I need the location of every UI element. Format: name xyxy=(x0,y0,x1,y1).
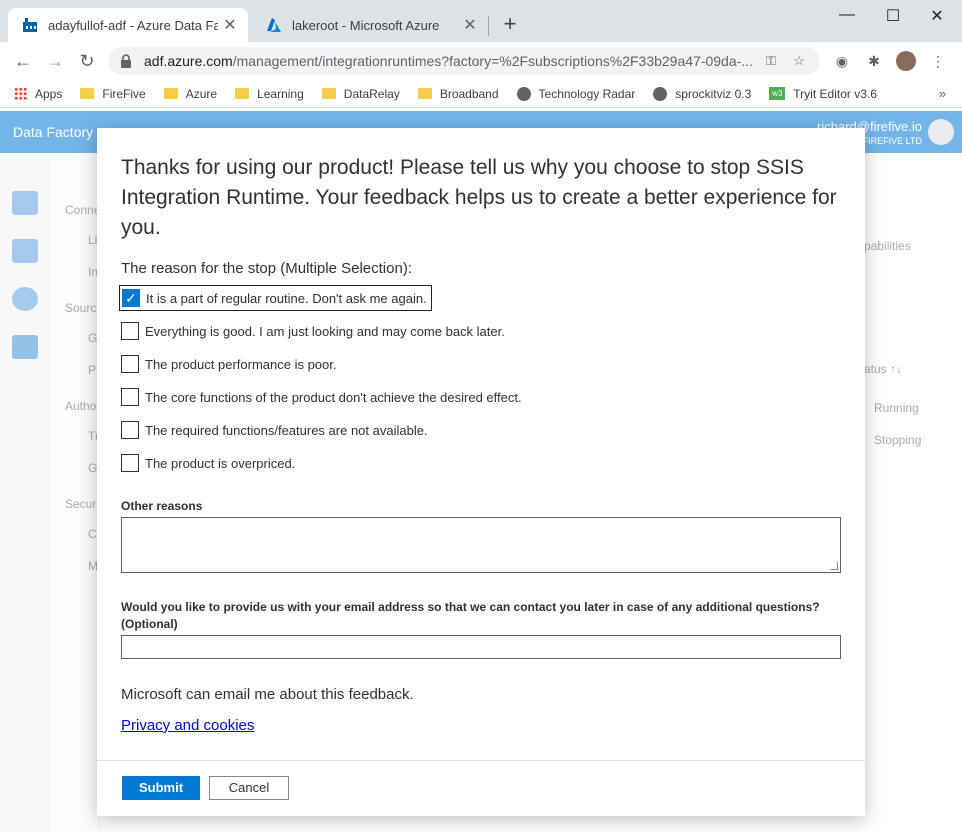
w3-icon: w3 xyxy=(769,87,786,100)
close-tab-icon[interactable]: ✕ xyxy=(458,15,482,35)
folder-icon xyxy=(235,88,250,99)
url-text: adf.azure.com/management/integrationrunt… xyxy=(144,53,754,69)
bookmark-label: Learning xyxy=(257,86,304,101)
checkbox[interactable] xyxy=(121,421,139,439)
extension-icon[interactable]: ◉ xyxy=(832,51,852,71)
browser-tab-adf[interactable]: adayfullof-adf - Azure Data Facto ✕ xyxy=(8,8,248,42)
tab-separator xyxy=(488,16,489,36)
menu-dots-icon[interactable]: ⋮ xyxy=(928,51,948,71)
reason-label: Everything is good. I am just looking an… xyxy=(145,323,505,339)
data-factory-icon xyxy=(23,18,37,32)
bookmark-label: Azure xyxy=(185,86,218,101)
azure-icon xyxy=(267,18,281,32)
minimize-button[interactable]: — xyxy=(824,6,870,26)
close-tab-icon[interactable]: ✕ xyxy=(218,15,242,35)
reason-option-performance-poor[interactable]: The product performance is poor. xyxy=(119,351,341,377)
key-icon[interactable]: ⚿ xyxy=(760,53,782,69)
tab-title: adayfullof-adf - Azure Data Facto xyxy=(48,17,218,33)
folder-icon xyxy=(417,88,432,99)
globe-icon xyxy=(653,86,668,101)
bookmark-sprockitviz[interactable]: sprockitviz 0.3 xyxy=(653,86,752,101)
resize-grip-icon[interactable] xyxy=(830,562,838,570)
dialog-divider xyxy=(97,760,865,761)
checkbox[interactable] xyxy=(121,322,139,340)
browser-toolbar: ← → ↻ adf.azure.com/management/integrati… xyxy=(0,42,962,80)
checkbox[interactable] xyxy=(121,355,139,373)
email-label: Would you like to provide us with your e… xyxy=(121,600,820,631)
reason-option-regular-routine[interactable]: ✓ It is a part of regular routine. Don't… xyxy=(119,285,432,311)
bookmarks-bar: Apps FireFive Azure Learning DataRelay B… xyxy=(0,80,962,108)
checkmark-icon: ✓ xyxy=(125,289,137,306)
bookmark-datarelay[interactable]: DataRelay xyxy=(321,86,400,101)
star-icon[interactable]: ☆ xyxy=(788,53,810,69)
reason-option-core-functions[interactable]: The core functions of the product don't … xyxy=(119,384,526,410)
bookmark-label: Broadband xyxy=(439,86,499,101)
reason-heading: The reason for the stop (Multiple Select… xyxy=(121,260,412,277)
browser-tab-strip: adayfullof-adf - Azure Data Facto ✕ lake… xyxy=(0,0,962,42)
folder-icon xyxy=(80,88,95,99)
close-window-button[interactable]: ✕ xyxy=(914,6,960,26)
reason-label: The core functions of the product don't … xyxy=(145,389,522,405)
reload-icon[interactable]: ↻ xyxy=(76,50,98,72)
back-arrow-icon[interactable]: ← xyxy=(12,50,34,72)
bookmark-label: DataRelay xyxy=(343,86,400,101)
browser-tab-azure[interactable]: lakeroot - Microsoft Azure ✕ xyxy=(252,8,488,42)
folder-icon xyxy=(163,88,178,99)
cancel-button[interactable]: Cancel xyxy=(209,776,289,800)
bookmark-label: Tryit Editor v3.6 xyxy=(793,86,877,101)
lock-icon xyxy=(121,54,131,68)
address-bar[interactable]: adf.azure.com/management/integrationrunt… xyxy=(108,47,820,75)
bookmark-firefive[interactable]: FireFive xyxy=(80,86,146,101)
bookmark-apps[interactable]: Apps xyxy=(14,87,62,101)
globe-icon xyxy=(516,86,531,101)
forward-arrow-icon[interactable]: → xyxy=(44,50,66,72)
bookmark-broadband[interactable]: Broadband xyxy=(417,86,499,101)
bookmark-label: Technology Radar xyxy=(538,86,636,101)
submit-button[interactable]: Submit xyxy=(122,776,200,800)
reason-option-features-unavailable[interactable]: The required functions/features are not … xyxy=(119,417,432,443)
bookmark-technology-radar[interactable]: Technology Radar xyxy=(516,86,636,101)
bookmark-label: Apps xyxy=(35,86,63,101)
maximize-button[interactable]: ☐ xyxy=(870,6,916,26)
url-path: /management/integrationruntimes?factory=… xyxy=(232,53,753,69)
profile-avatar[interactable] xyxy=(896,51,916,71)
reason-label: The required functions/features are not … xyxy=(145,422,428,438)
folder-icon xyxy=(321,88,336,99)
new-tab-button[interactable]: + xyxy=(498,13,522,37)
reason-option-everything-good[interactable]: Everything is good. I am just looking an… xyxy=(119,318,509,344)
reason-label: The product is overpriced. xyxy=(145,455,296,471)
bookmark-learning[interactable]: Learning xyxy=(235,87,304,101)
url-host: adf.azure.com xyxy=(144,53,233,69)
bookmark-label: sprockitviz 0.3 xyxy=(675,86,752,101)
other-reasons-label: Other reasons xyxy=(121,499,203,513)
dialog-title: Thanks for using our product! Please tel… xyxy=(121,156,837,239)
reason-label: The product performance is poor. xyxy=(145,356,337,372)
bookmarks-overflow-icon[interactable]: » xyxy=(939,86,946,101)
bookmark-azure[interactable]: Azure xyxy=(163,86,218,101)
reason-label: It is a part of regular routine. Don't a… xyxy=(146,290,427,306)
checkbox-checked[interactable]: ✓ xyxy=(122,289,140,307)
checkbox[interactable] xyxy=(121,454,139,472)
email-input[interactable] xyxy=(121,635,841,659)
apps-grid-icon xyxy=(14,87,27,100)
consent-text: Microsoft can email me about this feedba… xyxy=(121,686,414,703)
puzzle-icon[interactable]: ✱ xyxy=(864,51,884,71)
reason-option-overpriced[interactable]: The product is overpriced. xyxy=(119,450,299,476)
checkbox[interactable] xyxy=(121,388,139,406)
tab-title: lakeroot - Microsoft Azure xyxy=(292,17,440,33)
feedback-dialog: Thanks for using our product! Please tel… xyxy=(97,128,865,816)
other-reasons-textarea[interactable] xyxy=(121,517,841,573)
privacy-link[interactable]: Privacy and cookies xyxy=(121,717,254,734)
bookmark-label: FireFive xyxy=(102,86,146,101)
bookmark-tryit-editor[interactable]: w3 Tryit Editor v3.6 xyxy=(769,87,877,101)
